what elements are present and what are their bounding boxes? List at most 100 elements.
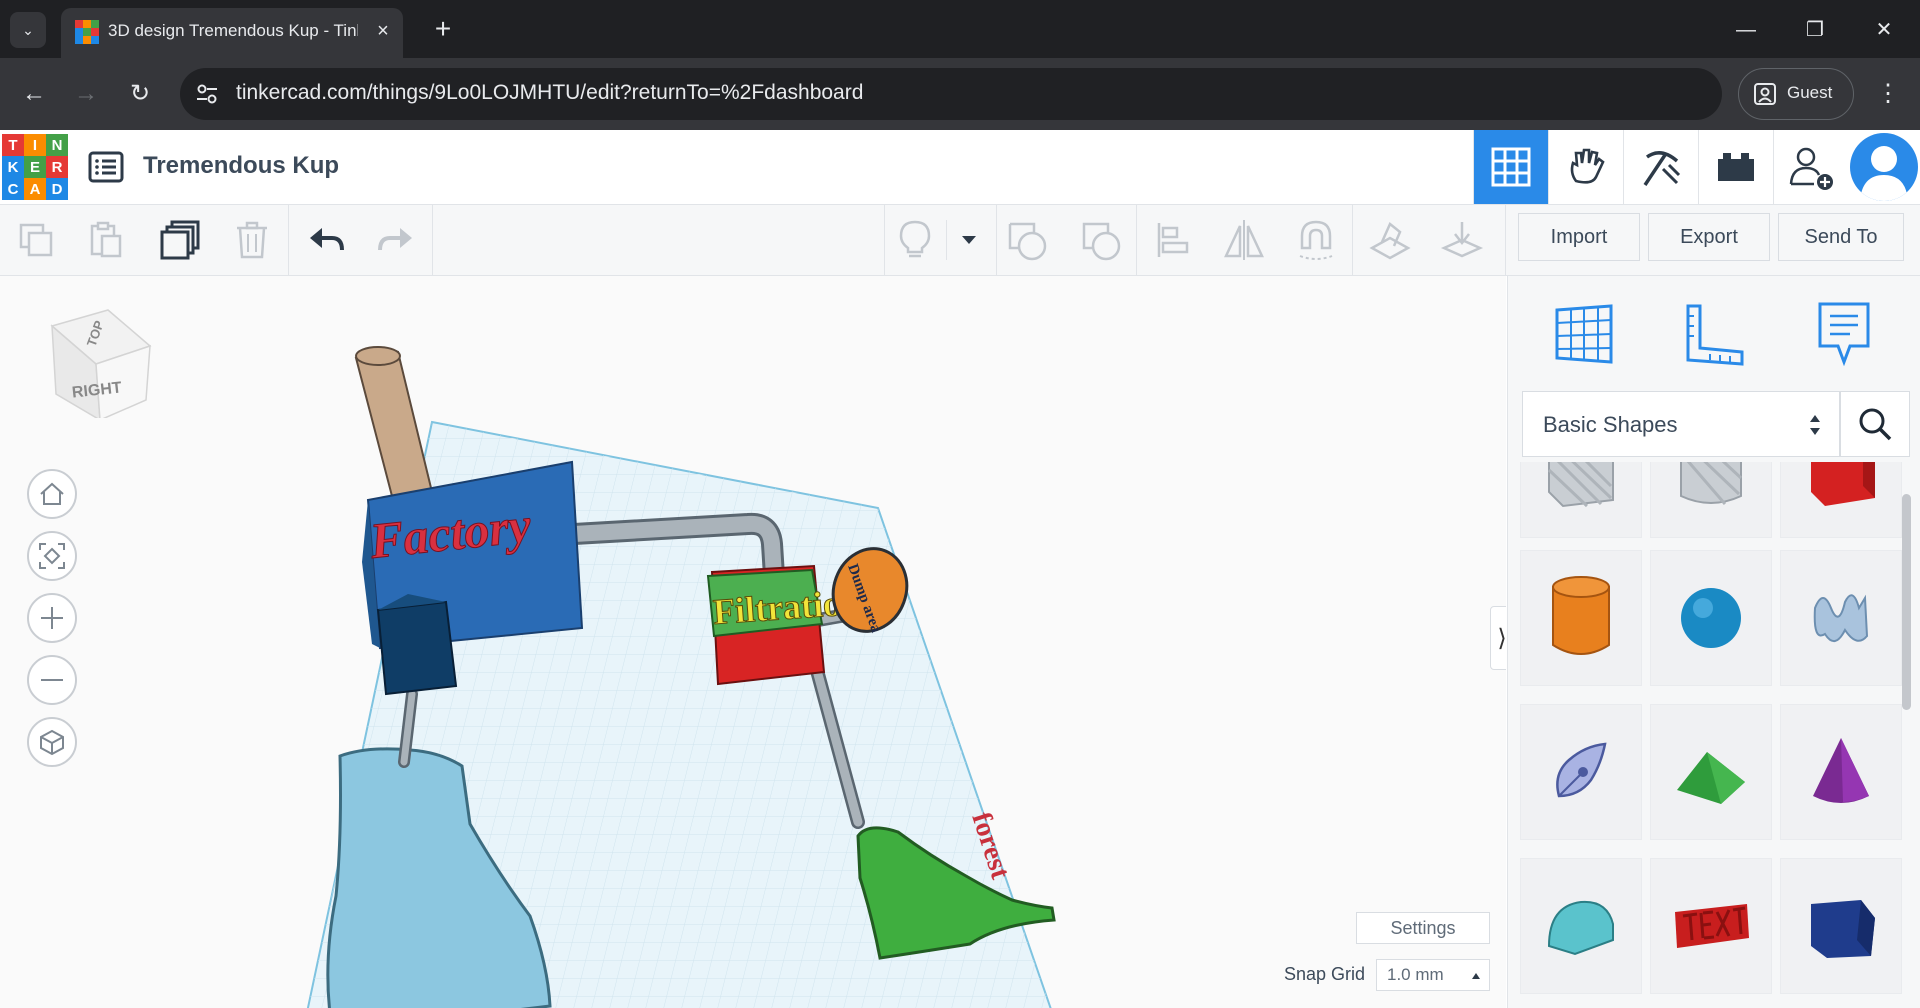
pickaxe-icon <box>1643 151 1681 186</box>
redo-button[interactable] <box>372 216 420 264</box>
workplane-button[interactable] <box>1366 216 1414 264</box>
shape-wedge[interactable] <box>1780 858 1902 994</box>
box-hole-icon <box>1547 462 1614 508</box>
settings-button[interactable]: Settings <box>1356 912 1490 944</box>
shape-scribble[interactable] <box>1780 550 1902 686</box>
shape-grid <box>1520 462 1910 1008</box>
ruler-icon <box>1686 304 1744 366</box>
panel-scrollbar[interactable] <box>1902 494 1911 710</box>
shape-category-select[interactable]: Basic Shapes <box>1522 391 1840 457</box>
home-view-button[interactable] <box>27 469 77 519</box>
forward-button[interactable]: → <box>66 74 106 114</box>
logo-letter: R <box>46 156 68 178</box>
notes-dropdown-button[interactable] <box>945 216 993 264</box>
view-cube[interactable]: TOP RIGHT <box>46 308 156 422</box>
cruise-button[interactable] <box>1292 216 1340 264</box>
zoom-out-button[interactable] <box>27 655 77 705</box>
plus-icon <box>41 607 63 629</box>
copy-button[interactable] <box>12 216 60 264</box>
3d-viewport[interactable]: forest Factory Filtration Dump area TOP … <box>0 276 1506 1008</box>
address-bar[interactable]: tinkercad.com/things/9Lo0LOJMHTU/edit?re… <box>180 68 1722 120</box>
ungroup-icon <box>1082 222 1121 261</box>
profile-button[interactable]: Guest <box>1738 68 1854 120</box>
workplane-tool-button[interactable] <box>1544 296 1624 372</box>
fit-view-button[interactable] <box>27 531 77 581</box>
shape-text[interactable] <box>1650 858 1772 994</box>
profile-label: Guest <box>1787 83 1833 102</box>
undo-button[interactable] <box>302 216 350 264</box>
shape-cone[interactable] <box>1780 704 1902 840</box>
browser-menu-icon[interactable]: ⋮ <box>1870 74 1906 114</box>
logo-letter: T <box>2 134 24 156</box>
brick-icon <box>1718 153 1754 181</box>
blocks-button[interactable] <box>1623 130 1698 204</box>
shape-round-roof[interactable] <box>1520 858 1642 994</box>
app-header: T I N K E R C A D Tremendous Kup <box>0 130 1920 205</box>
shape-generator[interactable] <box>1520 704 1642 840</box>
tinkercad-logo[interactable]: T I N K E R C A D <box>2 134 68 200</box>
align-button[interactable] <box>1150 216 1198 264</box>
scene-canvas[interactable]: forest Factory Filtration Dump area <box>0 276 1506 1008</box>
send-to-button[interactable]: Send To <box>1778 213 1904 261</box>
new-tab-button[interactable]: + <box>425 12 461 48</box>
export-button[interactable]: Export <box>1648 213 1770 261</box>
tinkercad-favicon-icon <box>75 20 99 44</box>
shape-cylinder[interactable] <box>1520 550 1642 686</box>
zoom-in-button[interactable] <box>27 593 77 643</box>
design-list-icon[interactable] <box>86 147 126 187</box>
shape-cylinder-hole[interactable] <box>1650 462 1772 538</box>
tab-close-icon[interactable]: × <box>370 18 396 44</box>
shape-roof[interactable] <box>1650 704 1772 840</box>
logo-letter: N <box>46 134 68 156</box>
tab-list-button[interactable]: ⌄ <box>10 12 46 48</box>
bricks-button[interactable] <box>1698 130 1773 204</box>
mirror-button[interactable] <box>1220 216 1268 264</box>
shape-category-value: Basic Shapes <box>1543 412 1678 437</box>
user-avatar[interactable] <box>1850 133 1918 201</box>
workplane-icon <box>1369 222 1411 260</box>
shape-search-button[interactable] <box>1840 391 1910 457</box>
factory-chimney <box>354 346 434 498</box>
ruler-button[interactable] <box>1438 216 1486 264</box>
cylinder-hole-icon <box>1680 462 1743 505</box>
add-user-icon <box>1789 147 1833 190</box>
shape-sphere[interactable] <box>1650 550 1772 686</box>
invite-user-button[interactable] <box>1773 130 1848 204</box>
restore-button[interactable]: ❐ <box>1791 12 1839 48</box>
reload-button[interactable]: ↻ <box>120 74 160 114</box>
mirror-icon <box>1224 220 1264 260</box>
logo-letter: A <box>24 178 46 200</box>
sim-lab-button[interactable] <box>1548 130 1623 204</box>
caret-down-icon <box>962 236 976 244</box>
3d-view-button[interactable] <box>1473 130 1548 204</box>
shape-box[interactable] <box>1780 462 1902 538</box>
updown-caret-icon <box>1810 415 1820 435</box>
avatar-icon <box>1860 146 1908 201</box>
import-button[interactable]: Import <box>1518 213 1640 261</box>
ruler-tool-button[interactable] <box>1674 296 1754 372</box>
toolbar-divider <box>1136 205 1137 275</box>
duplicate-icon <box>160 220 200 260</box>
shape-box-hole[interactable] <box>1520 462 1642 538</box>
collapse-panel-button[interactable]: ⟩ <box>1490 606 1506 670</box>
design-title[interactable]: Tremendous Kup <box>143 152 339 180</box>
delete-button[interactable] <box>228 216 276 264</box>
align-icon <box>1157 223 1189 257</box>
notes-tool-button[interactable] <box>1804 296 1884 372</box>
group-icon <box>1008 222 1047 261</box>
copy-icon <box>19 223 53 257</box>
notes-button[interactable] <box>891 216 939 264</box>
group-button[interactable] <box>1004 216 1052 264</box>
site-info-icon[interactable] <box>194 81 220 107</box>
ungroup-button[interactable] <box>1078 216 1126 264</box>
perspective-button[interactable] <box>27 717 77 767</box>
logo-letter: I <box>24 134 46 156</box>
paste-button[interactable] <box>82 216 130 264</box>
duplicate-button[interactable] <box>156 216 204 264</box>
back-button[interactable]: ← <box>14 74 54 114</box>
close-window-button[interactable]: ✕ <box>1860 12 1908 48</box>
minimize-button[interactable]: — <box>1722 12 1770 48</box>
browser-tab[interactable]: 3D design Tremendous Kup - Tinkercad × <box>61 8 403 58</box>
snap-grid-select[interactable]: 1.0 mm <box>1376 959 1490 991</box>
redo-icon <box>378 228 412 251</box>
